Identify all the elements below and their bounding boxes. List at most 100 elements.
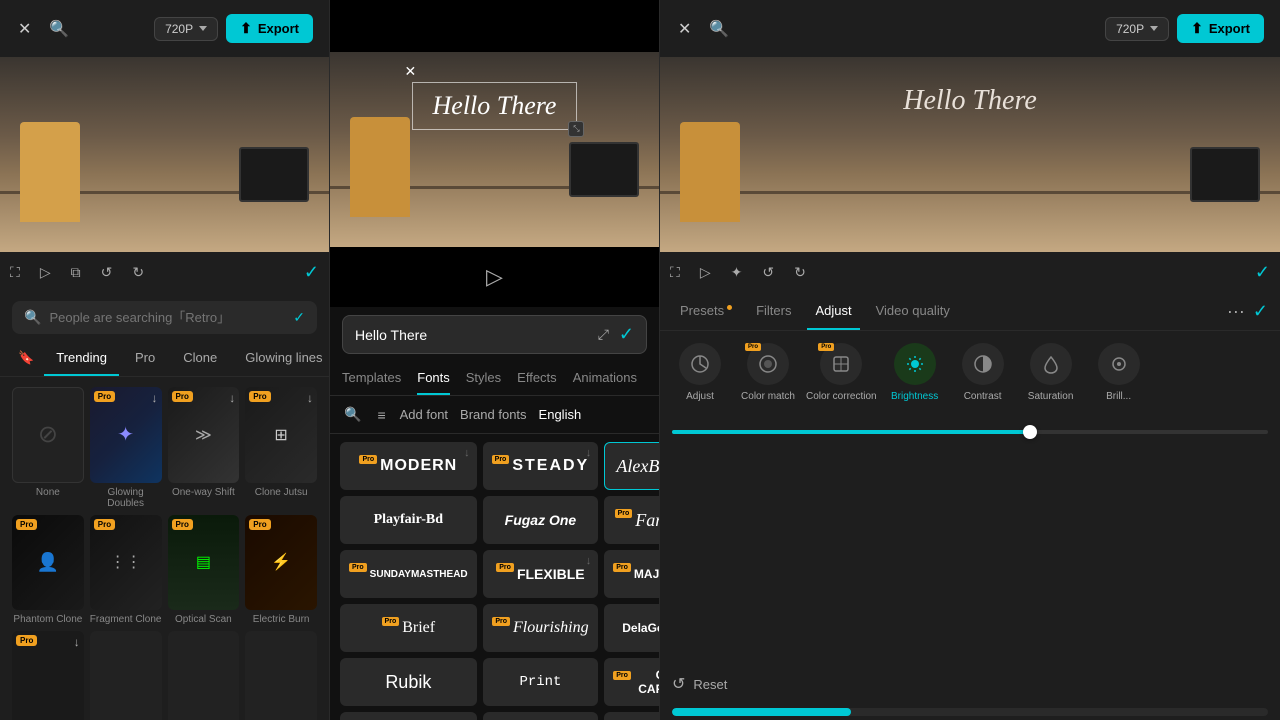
font-brief[interactable]: Pro Brief	[340, 604, 477, 652]
effect-oneway-shift[interactable]: Pro ↓ ≫ One-way Shift	[168, 387, 240, 509]
reset-button[interactable]: ↺ Reset	[660, 664, 1280, 704]
font-flourishing[interactable]: Pro Flourishing	[483, 604, 599, 652]
font-print[interactable]: Print	[483, 658, 599, 706]
right-search-button[interactable]: 🔍	[707, 17, 731, 41]
play-button-middle[interactable]: ▷	[486, 264, 503, 290]
brightness-slider-track[interactable]	[672, 430, 1268, 434]
right-redo-button[interactable]: ↻	[794, 264, 806, 281]
left-search-bar[interactable]: 🔍 ✓	[12, 301, 317, 334]
tab-glowing-lines[interactable]: Glowing lines	[233, 342, 329, 376]
effect-none[interactable]: ⊘ None	[12, 387, 84, 509]
effect-extra-3[interactable]	[168, 631, 240, 720]
export-button[interactable]: ⬆ Export	[226, 14, 313, 43]
text-resize-handle[interactable]: ⤡	[568, 121, 584, 137]
font-delagothic[interactable]: DelaGothic	[604, 604, 659, 652]
close-button[interactable]: ✕	[16, 17, 33, 41]
effect-extra-1[interactable]: Pro ↓	[12, 631, 84, 720]
brightness-label: Brightness	[891, 391, 938, 402]
add-font-button[interactable]: Add font	[400, 407, 448, 422]
right-confirm-button[interactable]: ✓	[1255, 262, 1270, 283]
font-modern[interactable]: Pro MODERN ↓	[340, 442, 477, 490]
english-button[interactable]: English	[539, 407, 582, 422]
right-play-button[interactable]: ▷	[700, 264, 711, 281]
text-input[interactable]	[355, 327, 588, 343]
right-export-button[interactable]: ⬆ Export	[1177, 14, 1264, 43]
right-undo-button[interactable]: ↺	[762, 264, 774, 281]
font-vigour[interactable]: VIGOUR	[483, 712, 599, 720]
tool-saturation[interactable]: Saturation	[1021, 343, 1081, 402]
tab-styles[interactable]: Styles	[466, 362, 501, 395]
effect-extra-4[interactable]	[245, 631, 317, 720]
font-rubik[interactable]: Rubik	[340, 658, 477, 706]
search-confirm-button[interactable]: ✓	[293, 309, 305, 326]
font-filter-icon[interactable]: ≡	[375, 405, 387, 425]
tab-effects[interactable]: Effects	[517, 362, 557, 395]
undo-button[interactable]: ↺	[101, 264, 113, 281]
search-button[interactable]: 🔍	[47, 17, 71, 41]
color-match-label: Color match	[741, 391, 795, 402]
effect-electric-burn[interactable]: Pro ⚡ Electric Burn	[245, 515, 317, 626]
quality-selector[interactable]: 720P	[154, 17, 218, 41]
effect-clone-jutsu[interactable]: Pro ↓ ⊞ Clone Jutsu	[245, 387, 317, 509]
brand-fonts-button[interactable]: Brand fonts	[460, 407, 527, 422]
font-classical[interactable]: Classical	[340, 712, 477, 720]
font-steady[interactable]: Pro STEADY ↓	[483, 442, 599, 490]
tab-trending[interactable]: Trending	[44, 342, 119, 376]
tab-adjust[interactable]: Adjust	[807, 293, 859, 330]
tab-templates[interactable]: Templates	[342, 362, 401, 395]
tool-brightness[interactable]: Brightness	[885, 343, 945, 402]
effect-phantom-clone[interactable]: Pro 👤 Phantom Clone	[12, 515, 84, 626]
font-steady-name: STEADY	[512, 457, 589, 475]
font-ccrapid[interactable]: Pro CC-Rapid	[604, 712, 659, 720]
effect-optical-scan[interactable]: Pro ▤ Optical Scan	[168, 515, 240, 626]
fullscreen-button[interactable]: ⛶	[10, 264, 20, 281]
effect-fragment-thumb: Pro ⋮⋮	[90, 515, 162, 611]
font-playfair[interactable]: Playfair-Bd	[340, 496, 477, 544]
tab-bookmark[interactable]: 🔖	[12, 342, 40, 376]
tab-clone[interactable]: Clone	[171, 342, 229, 376]
tool-contrast[interactable]: Contrast	[953, 343, 1013, 402]
adjust-confirm-button[interactable]: ✓	[1253, 301, 1268, 322]
font-alexbrush[interactable]: AlexBrush	[604, 442, 659, 490]
tool-brilliance[interactable]: Brill...	[1089, 343, 1149, 402]
right-magic-button[interactable]: ✦	[731, 264, 743, 281]
font-fantasy[interactable]: Pro Fantasy	[604, 496, 659, 544]
clone-button[interactable]: ⧉	[71, 264, 81, 281]
expand-icon[interactable]: ⤢	[596, 324, 611, 345]
play-button-left[interactable]: ▷	[40, 264, 51, 281]
font-flexible[interactable]: Pro FLEXIBLE ↓	[483, 550, 599, 598]
tab-video-quality[interactable]: Video quality	[868, 293, 958, 330]
tab-animations[interactable]: Animations	[573, 362, 637, 395]
right-fullscreen-button[interactable]: ⛶	[670, 264, 680, 281]
tool-color-correction[interactable]: Pro Color correction	[806, 343, 877, 402]
effect-fragment-clone[interactable]: Pro ⋮⋮ Fragment Clone	[90, 515, 162, 626]
tab-filters[interactable]: Filters	[748, 293, 799, 330]
font-fugaz[interactable]: Fugaz One	[483, 496, 599, 544]
tab-pro[interactable]: Pro	[123, 342, 167, 376]
effect-extra-2[interactable]	[90, 631, 162, 720]
tab-presets[interactable]: Presets	[672, 293, 740, 330]
right-quality-selector[interactable]: 720P	[1105, 17, 1169, 41]
font-sunday[interactable]: Pro SUNDAYMASTHEAD	[340, 550, 477, 598]
right-close-button[interactable]: ✕	[676, 17, 693, 41]
text-close-button[interactable]: ✕	[405, 63, 417, 80]
tab-fonts[interactable]: Fonts	[417, 362, 450, 395]
tool-adjust[interactable]: Adjust	[670, 343, 730, 402]
more-button[interactable]: ···	[1227, 301, 1245, 322]
font-alexbrush-name: AlexBrush	[616, 456, 659, 477]
redo-button[interactable]: ↻	[132, 264, 144, 281]
text-overlay[interactable]: ✕ Hello There ⤡	[412, 82, 578, 130]
left-topbar: ✕ 🔍 720P ⬆ Export	[0, 0, 329, 57]
timeline-bar[interactable]	[672, 708, 1268, 716]
font-majestic[interactable]: Pro MAJESTIC	[604, 550, 659, 598]
left-search-input[interactable]	[49, 310, 285, 325]
font-search-icon[interactable]: 🔍	[342, 404, 363, 425]
text-confirm-button[interactable]: ✓	[619, 324, 634, 345]
brightness-slider-thumb[interactable]	[1023, 425, 1037, 439]
font-captial[interactable]: Pro CC CAPTIAL	[604, 658, 659, 706]
tool-color-match[interactable]: Pro Color match	[738, 343, 798, 402]
effect-clone-label: Clone Jutsu	[255, 487, 308, 498]
font-input-bar[interactable]: ⤢ ✓	[342, 315, 647, 354]
effect-glowing-doubles[interactable]: Pro ↓ ✦ Glowing Doubles	[90, 387, 162, 509]
confirm-button-left[interactable]: ✓	[304, 262, 319, 283]
